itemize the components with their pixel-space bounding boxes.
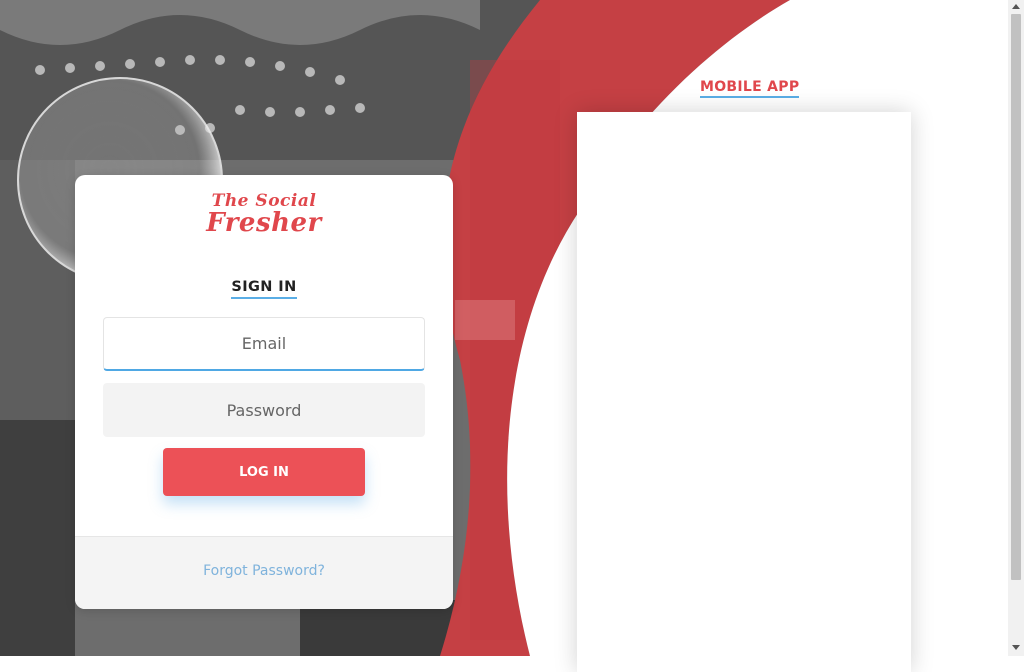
scroll-down-arrow-icon[interactable] <box>1012 645 1020 650</box>
email-field[interactable] <box>103 317 425 371</box>
brand-logo: The Social Fresher <box>75 185 453 247</box>
login-button[interactable]: LOG IN <box>163 448 365 496</box>
scrollbar-thumb[interactable] <box>1011 14 1021 580</box>
signin-heading: SIGN IN <box>75 279 453 299</box>
signin-heading-text: SIGN IN <box>231 279 297 299</box>
scroll-up-arrow-icon[interactable] <box>1012 4 1020 9</box>
password-field[interactable] <box>103 383 425 437</box>
login-card: The Social Fresher SIGN IN LOG IN Forgot… <box>75 175 453 609</box>
mobile-app-heading-text: MOBILE APP <box>700 79 800 98</box>
login-card-footer: Forgot Password? <box>75 536 453 609</box>
mobile-app-heading: MOBILE APP <box>700 79 800 98</box>
forgot-password-link[interactable]: Forgot Password? <box>75 563 453 579</box>
page-scrollbar[interactable] <box>1008 0 1024 656</box>
mobile-app-panel <box>577 112 911 672</box>
brand-logo-line2: Fresher <box>206 208 322 238</box>
